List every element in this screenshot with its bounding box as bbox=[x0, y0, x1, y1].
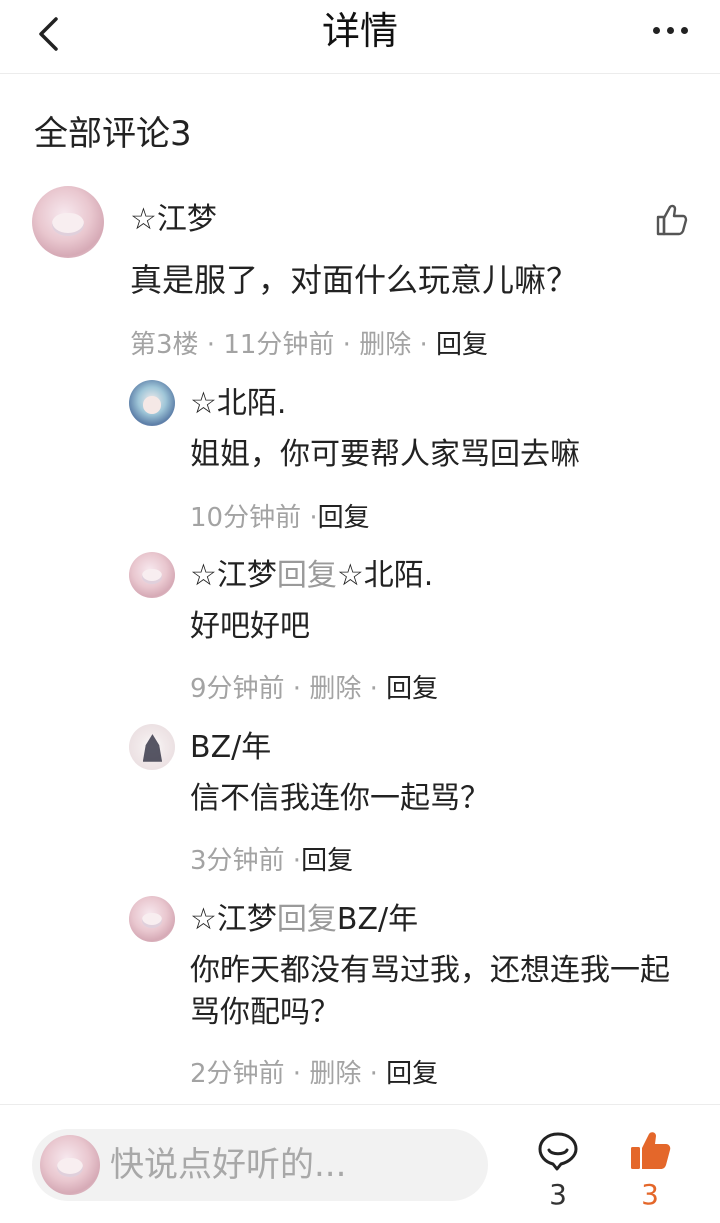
reply-meta: 10分钟前 ·回复 bbox=[190, 500, 370, 536]
comment-meta-info: 第3楼 · 11分钟前 · 删除 · bbox=[130, 330, 437, 360]
reply-meta: 3分钟前 ·回复 bbox=[190, 843, 353, 879]
reply-meta-info: 2分钟前 · 删除 · bbox=[190, 1059, 387, 1089]
avatar[interactable] bbox=[129, 552, 175, 598]
reply-author[interactable]: ☆北陌. bbox=[190, 386, 286, 421]
reply-author[interactable]: BZ/年 bbox=[190, 730, 271, 765]
avatar[interactable] bbox=[129, 380, 175, 426]
more-icon-dot bbox=[680, 26, 688, 34]
reply-author[interactable]: ☆江梦 bbox=[190, 902, 277, 937]
comment-button[interactable] bbox=[536, 1129, 580, 1173]
thumbs-up-filled-icon bbox=[631, 1132, 671, 1169]
page-title: 详情 bbox=[321, 9, 398, 53]
avatar bbox=[40, 1135, 100, 1195]
thumbs-up-icon bbox=[656, 204, 688, 236]
like-button[interactable] bbox=[628, 1129, 672, 1173]
avatar[interactable] bbox=[129, 896, 175, 942]
reply-button[interactable]: 回复 bbox=[318, 503, 370, 533]
like-button[interactable] bbox=[654, 202, 690, 238]
reply-word: 回复 bbox=[276, 902, 337, 937]
reply-text: 姐姐，你可要帮人家骂回去嘛 bbox=[190, 437, 580, 472]
reply-author[interactable]: ☆江梦 bbox=[190, 558, 277, 593]
reply-target[interactable]: ☆北陌. bbox=[337, 558, 433, 593]
reply-target[interactable]: BZ/年 bbox=[337, 902, 418, 937]
like-count: 3 bbox=[641, 1178, 659, 1211]
all-comments-title: 全部评论3 bbox=[34, 114, 192, 154]
comment-input[interactable]: 快说点好听的... bbox=[32, 1129, 488, 1201]
reply-text: 信不信我连你一起骂？ bbox=[190, 781, 490, 816]
reply-button[interactable]: 回复 bbox=[386, 1059, 438, 1089]
more-icon bbox=[652, 26, 660, 34]
comment-text: 真是服了，对面什么玩意儿嘛？ bbox=[130, 261, 579, 299]
avatar[interactable] bbox=[32, 186, 104, 258]
reply-button[interactable]: 回复 bbox=[436, 330, 488, 360]
reply-text: 你昨天都没有骂过我，还想连我一起骂你配吗？ bbox=[190, 953, 670, 1030]
reply-word: 回复 bbox=[276, 558, 337, 593]
reply-meta: 9分钟前 · 删除 · 回复 bbox=[190, 671, 438, 707]
top-nav-bar: 详情 bbox=[0, 0, 720, 74]
reply-header: ☆江梦回复☆北陌. bbox=[190, 556, 433, 596]
reply-meta: 2分钟前 · 删除 · 回复 bbox=[190, 1056, 438, 1092]
reply-button[interactable]: 回复 bbox=[386, 674, 438, 704]
more-button[interactable] bbox=[642, 10, 698, 50]
reply-header: ☆江梦回复BZ/年 bbox=[190, 900, 418, 940]
reply-header: ☆北陌. bbox=[190, 384, 286, 424]
reply-text: 好吧好吧 bbox=[190, 609, 310, 644]
comment-bubble-icon bbox=[538, 1132, 578, 1171]
avatar[interactable] bbox=[129, 724, 175, 770]
more-icon-dot bbox=[666, 26, 674, 34]
reply-meta-info: 10分钟前 · bbox=[190, 503, 318, 533]
comment-author[interactable]: ☆江梦 bbox=[130, 200, 217, 240]
comment-input-placeholder: 快说点好听的... bbox=[110, 1145, 347, 1185]
reply-header: BZ/年 bbox=[190, 728, 271, 768]
reply-meta-info: 9分钟前 · 删除 · bbox=[190, 674, 387, 704]
comment-count: 3 bbox=[549, 1178, 567, 1211]
reply-button[interactable]: 回复 bbox=[301, 846, 353, 876]
reply-meta-info: 3分钟前 · bbox=[190, 846, 302, 876]
bottom-bar: 快说点好听的... 3 3 bbox=[0, 1104, 720, 1223]
comment-meta: 第3楼 · 11分钟前 · 删除 · 回复 bbox=[130, 327, 488, 363]
